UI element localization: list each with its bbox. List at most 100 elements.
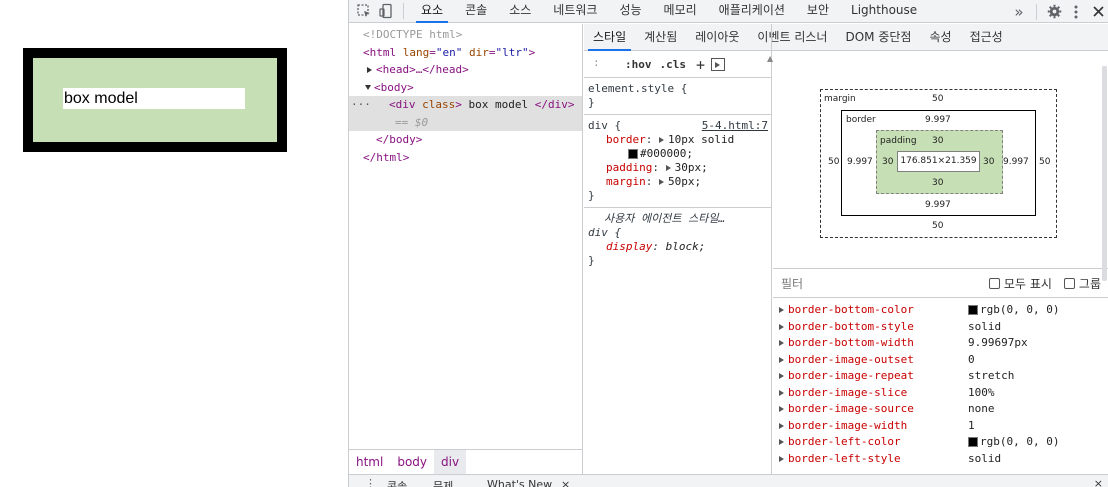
rule-element-style[interactable]: element.style { }: [584, 78, 772, 115]
computed-prop-value: none: [968, 402, 995, 415]
close-icon[interactable]: [1087, 1, 1108, 23]
crumb-html[interactable]: html: [349, 450, 390, 474]
dom-doctype[interactable]: <!DOCTYPE html>: [349, 26, 582, 44]
drawer-menu-icon[interactable]: ⋮: [365, 477, 376, 487]
page-viewport: box model: [0, 0, 348, 487]
bm-border-bottom[interactable]: 9.997: [925, 200, 951, 210]
expand-triangle-icon[interactable]: [659, 137, 664, 143]
hov-toggle[interactable]: :hov: [625, 58, 652, 71]
kebab-menu-icon[interactable]: [1065, 1, 1087, 23]
group-label[interactable]: 그룹: [1079, 275, 1101, 292]
computed-row[interactable]: border-left-style solid: [773, 451, 1108, 468]
tab-sources[interactable]: 소스: [498, 0, 542, 23]
dom-body[interactable]: <body>: [349, 79, 582, 97]
decl-margin[interactable]: margin: 50px;: [588, 175, 768, 189]
drawer-tab-issues[interactable]: 문제: [433, 478, 453, 487]
computed-row[interactable]: border-bottom-style solid: [773, 319, 1108, 336]
expand-triangle-icon[interactable]: [659, 179, 664, 185]
crumb-body[interactable]: body: [390, 450, 434, 474]
dom-div-selected[interactable]: ··· <div class> box model </div>: [349, 96, 582, 114]
more-tabs-icon[interactable]: »: [1008, 1, 1030, 23]
dom-html[interactable]: <html lang="en" dir="ltr">: [349, 44, 582, 62]
expand-triangle-icon[interactable]: [779, 455, 784, 462]
expand-triangle-icon[interactable]: [779, 340, 784, 347]
drawer-tab-whats-new[interactable]: What's New: [487, 478, 552, 487]
expand-triangle-icon[interactable]: [779, 422, 784, 429]
expand-triangle-icon[interactable]: [779, 406, 784, 413]
scroll-up-arrow-icon[interactable]: ▲: [767, 54, 773, 63]
computed-row[interactable]: border-image-repeat stretch: [773, 368, 1108, 385]
source-link[interactable]: 5-4.html:7: [702, 119, 768, 133]
expand-triangle-icon[interactable]: [779, 323, 784, 330]
show-all-label[interactable]: 모두 표시: [1004, 275, 1052, 292]
expand-triangle-icon[interactable]: [779, 356, 784, 363]
tab-performance[interactable]: 성능: [608, 0, 652, 23]
styles-scrollbar[interactable]: ▲: [767, 54, 773, 484]
expand-triangle-icon[interactable]: [779, 439, 784, 446]
bm-padding-bottom[interactable]: 30: [932, 178, 943, 188]
expand-triangle-icon[interactable]: [367, 67, 372, 73]
row-ellipsis-icon[interactable]: ···: [351, 96, 371, 114]
bm-margin-top[interactable]: 50: [932, 94, 943, 104]
dom-head[interactable]: <head>…</head>: [349, 61, 582, 79]
toggle-sidebar-icon[interactable]: [711, 58, 726, 71]
bm-content-box[interactable]: 176.851×21.359: [897, 151, 980, 172]
bm-padding-left[interactable]: 30: [882, 157, 893, 167]
tab-security[interactable]: 보안: [796, 0, 840, 23]
color-swatch-icon[interactable]: [628, 149, 638, 159]
bm-padding-right[interactable]: 30: [983, 157, 994, 167]
subtab-accessibility[interactable]: 접근성: [961, 24, 1012, 51]
bm-border-top[interactable]: 9.997: [925, 115, 951, 125]
cls-toggle[interactable]: .cls: [660, 58, 687, 71]
decl-border[interactable]: border: 10px solid: [588, 133, 768, 147]
computed-row[interactable]: border-image-source none: [773, 401, 1108, 418]
computed-row[interactable]: border-image-slice 100%: [773, 385, 1108, 402]
tab-memory[interactable]: 메모리: [653, 0, 708, 23]
bm-padding-top[interactable]: 30: [932, 136, 943, 146]
tab-elements[interactable]: 요소: [410, 0, 454, 23]
collapse-triangle-icon[interactable]: [365, 85, 371, 90]
subtab-properties[interactable]: 속성: [920, 24, 960, 51]
decl-padding[interactable]: padding: 30px;: [588, 161, 768, 175]
bm-border-right[interactable]: 9.997: [1003, 157, 1029, 167]
dom-html-close[interactable]: </html>: [349, 149, 582, 167]
div-selector: div {: [588, 119, 622, 132]
group-checkbox[interactable]: [1063, 278, 1075, 289]
computed-row[interactable]: border-bottom-width 9.99697px: [773, 335, 1108, 352]
new-rule-icon[interactable]: +: [696, 56, 705, 74]
tab-application[interactable]: 애플리케이션: [708, 0, 796, 23]
drawer-close-icon[interactable]: ×: [561, 478, 570, 487]
expand-triangle-icon[interactable]: [779, 307, 784, 314]
computed-row[interactable]: border-image-outset 0: [773, 352, 1108, 369]
computed-scrollbar[interactable]: [1102, 66, 1107, 281]
device-toolbar-icon[interactable]: [375, 0, 397, 22]
demo-box[interactable]: box model: [23, 48, 287, 152]
decl-border-color: #000000;: [588, 147, 768, 161]
settings-gear-icon[interactable]: [1043, 1, 1065, 23]
bm-margin-right[interactable]: 50: [1039, 157, 1050, 167]
tab-console[interactable]: 콘솔: [454, 0, 498, 23]
computed-row[interactable]: border-image-width 1: [773, 418, 1108, 435]
expand-triangle-icon[interactable]: [665, 165, 671, 171]
show-all-checkbox[interactable]: [988, 278, 1000, 289]
crumb-div[interactable]: div: [434, 449, 467, 474]
bm-margin-left[interactable]: 50: [828, 157, 839, 167]
tab-network[interactable]: 네트워크: [542, 0, 608, 23]
computed-row[interactable]: border-left-color rgb(0, 0, 0): [773, 434, 1108, 451]
computed-prop-name: border-image-width: [788, 418, 908, 432]
expand-triangle-icon[interactable]: [779, 389, 784, 396]
drawer-close-icon-right[interactable]: ×: [1094, 477, 1103, 487]
dom-body-close[interactable]: </body>: [349, 131, 582, 149]
tab-lighthouse[interactable]: Lighthouse: [840, 0, 928, 23]
computed-filter-input[interactable]: 필터: [781, 275, 803, 292]
bm-border-left[interactable]: 9.997: [847, 157, 873, 167]
computed-row[interactable]: border-bottom-color rgb(0, 0, 0): [773, 302, 1108, 319]
computed-prop-name: border-image-source: [788, 402, 914, 415]
drawer-tab-console[interactable]: 콘솔: [387, 478, 407, 487]
expand-triangle-icon[interactable]: [779, 373, 784, 380]
styles-filter-input[interactable]: :: [587, 56, 617, 74]
bm-margin-bottom[interactable]: 50: [932, 221, 943, 231]
inspect-element-icon[interactable]: [353, 0, 375, 22]
rule-div[interactable]: div { 5-4.html:7 border: 10px solid #0000…: [584, 115, 772, 208]
subtab-dom-breakpoints[interactable]: DOM 중단점: [836, 24, 920, 51]
